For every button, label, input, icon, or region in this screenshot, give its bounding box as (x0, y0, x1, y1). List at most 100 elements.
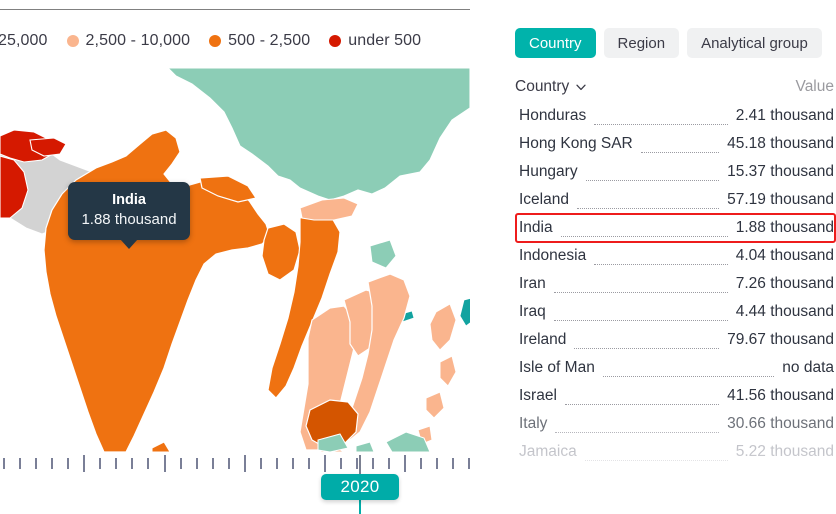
column-header-value[interactable]: Value (796, 78, 836, 96)
map-tooltip: India 1.88 thousand (68, 182, 190, 249)
row-country-name: Italy (519, 415, 548, 432)
legend-label: 2,500 - 10,000 (85, 32, 191, 49)
legend-item[interactable]: 500 - 2,500 (209, 32, 310, 50)
row-leader-dots (560, 227, 728, 237)
app-root: 25,000 2,500 - 10,000 500 - 2,500 under … (0, 0, 836, 514)
timeline-year-label: 2020 (340, 477, 380, 496)
table-row[interactable]: Ireland 79.67 thousand (515, 326, 836, 354)
row-leader-dots (574, 339, 720, 349)
row-value: 1.88 thousand (735, 219, 834, 236)
timeline-slider[interactable] (0, 455, 471, 514)
row-country-name: Isle of Man (519, 359, 595, 376)
timeline-tick (131, 458, 134, 469)
timeline-year-badge[interactable]: 2020 (321, 474, 399, 500)
row-country-name: Iceland (519, 191, 569, 208)
row-value: 30.66 thousand (727, 415, 834, 432)
table-row[interactable]: Iran 7.26 thousand (515, 270, 836, 298)
table-row[interactable]: Iraq 4.44 thousand (515, 298, 836, 326)
row-country-name: Ireland (519, 331, 567, 348)
timeline-tick (388, 458, 391, 469)
timeline-tick (67, 458, 70, 469)
legend-color-dot (209, 35, 222, 47)
timeline-tick (35, 458, 38, 469)
legend-item[interactable]: under 500 (329, 32, 421, 50)
row-leader-dots (553, 311, 728, 321)
table-row[interactable]: Italy 30.66 thousand (515, 410, 836, 438)
timeline-tick (291, 458, 294, 469)
row-country-name: Iraq (519, 303, 546, 320)
timeline-tick (99, 458, 102, 469)
row-leader-dots (602, 367, 775, 377)
table-row[interactable]: Israel 41.56 thousand (515, 382, 836, 410)
timeline-tick (275, 458, 278, 469)
row-value: 79.67 thousand (727, 331, 834, 348)
timeline-tick (51, 458, 54, 469)
timeline-tick (179, 458, 182, 469)
table-row[interactable]: Hungary 15.37 thousand (515, 158, 836, 186)
row-value: no data (782, 359, 834, 376)
row-country-name: Honduras (519, 107, 587, 124)
table-row[interactable]: Hong Kong SAR 45.18 thousand (515, 130, 836, 158)
row-leader-dots (576, 199, 720, 209)
row-value: 41.56 thousand (727, 387, 834, 404)
timeline-tick (3, 458, 5, 469)
timeline-tick (227, 458, 230, 469)
timeline-tick (356, 458, 359, 469)
legend-label: 25,000 (0, 32, 48, 49)
legend-color-dot (66, 35, 79, 47)
column-header-value-label: Value (795, 78, 835, 95)
timeline-tick (372, 458, 375, 469)
row-leader-dots (594, 255, 728, 265)
row-country-name: India (519, 219, 553, 236)
timeline-tick (307, 458, 310, 469)
table-row[interactable]: India 1.88 thousand (515, 214, 836, 242)
tab-analytical-group-label: Analytical group (701, 34, 808, 52)
row-leader-dots (640, 143, 720, 153)
timeline-tick (436, 458, 439, 469)
table-row[interactable]: Jamaica 5.22 thousand (515, 438, 836, 466)
tab-analytical-group[interactable]: Analytical group (687, 28, 822, 58)
tab-region[interactable]: Region (603, 28, 680, 58)
timeline-tick (147, 458, 150, 469)
timeline-tick (324, 455, 326, 472)
tooltip-value: 1.88 thousand (81, 211, 177, 228)
legend-item[interactable]: 2,500 - 10,000 (66, 32, 191, 50)
row-leader-dots (585, 171, 720, 181)
chevron-down-icon (575, 80, 586, 91)
timeline-tick (340, 458, 343, 469)
tab-region-label: Region (617, 34, 666, 52)
panel-tabs: Country Region Analytical group (515, 28, 822, 58)
row-country-name: Israel (519, 387, 557, 404)
row-leader-dots (553, 283, 728, 293)
legend-item[interactable]: 25,000 (0, 32, 48, 50)
table-row[interactable]: Iceland 57.19 thousand (515, 186, 836, 214)
row-country-name: Hungary (519, 163, 578, 180)
timeline-tick (19, 458, 22, 469)
country-value-list[interactable]: Honduras 2.41 thousand Hong Kong SAR 45.18 … (515, 102, 836, 462)
data-panel: Country Region Analytical group Country … (515, 0, 836, 514)
legend-label: 500 - 2,500 (228, 32, 311, 49)
table-row[interactable]: Indonesia 4.04 thousand (515, 242, 836, 270)
header-divider-left (0, 9, 470, 10)
row-value: 2.41 thousand (735, 107, 834, 124)
column-header-country[interactable]: Country (515, 78, 586, 96)
row-country-name: Indonesia (519, 247, 587, 264)
table-column-headers: Country Value (515, 74, 836, 100)
timeline-playhead-lower (359, 500, 361, 514)
tooltip-title: India (112, 192, 146, 208)
tooltip-pointer (120, 239, 138, 249)
timeline-tick (83, 455, 86, 472)
row-value: 7.26 thousand (735, 275, 834, 292)
tab-country[interactable]: Country (515, 28, 596, 58)
timeline-tick (163, 455, 166, 472)
timeline-tick (404, 455, 407, 472)
timeline-tick (468, 458, 471, 469)
row-value: 15.37 thousand (727, 163, 834, 180)
column-header-country-label: Country (515, 78, 570, 95)
table-row[interactable]: Honduras 2.41 thousand (515, 102, 836, 130)
row-value: 45.18 thousand (727, 135, 834, 152)
choropleth-map[interactable] (0, 68, 470, 453)
timeline-tick (211, 458, 214, 469)
row-country-name: Hong Kong SAR (519, 135, 633, 152)
table-row[interactable]: Isle of Man no data (515, 354, 836, 382)
